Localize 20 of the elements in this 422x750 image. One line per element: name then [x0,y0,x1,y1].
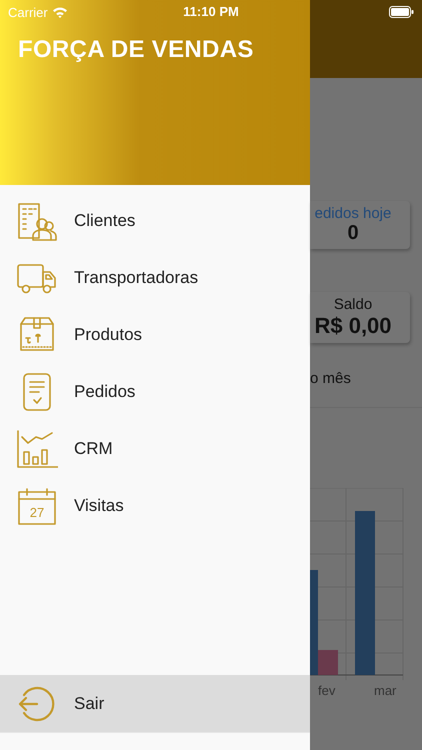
card-label: edidos hoje [314,205,392,222]
menu-item[interactable]: 27 Visitas [0,477,310,534]
app-title: FORÇA DE VENDAS [18,36,255,64]
battery-icon [389,6,414,18]
carrier-name: Carrier [8,4,48,20]
section-title: o mês [310,370,352,387]
menu-item[interactable]: Pedidos [0,363,310,420]
menu-item[interactable]: CRM [0,420,310,477]
card-value: R$ 0,00 [314,313,392,339]
menu-item[interactable]: Produtos [0,306,310,363]
card-label: Saldo [334,296,372,313]
axis-label: fev [318,683,336,698]
menu-item[interactable]: Clientes [0,192,310,249]
menu-item[interactable]: Transportadoras [0,249,310,306]
bar-chart-icon [16,428,58,470]
wifi-icon [52,6,68,18]
axis-label: mar [374,683,396,698]
status-time: 11:10 PM [183,4,239,19]
logout-item[interactable]: Sair [0,675,310,732]
card-value: 0 [347,222,359,245]
